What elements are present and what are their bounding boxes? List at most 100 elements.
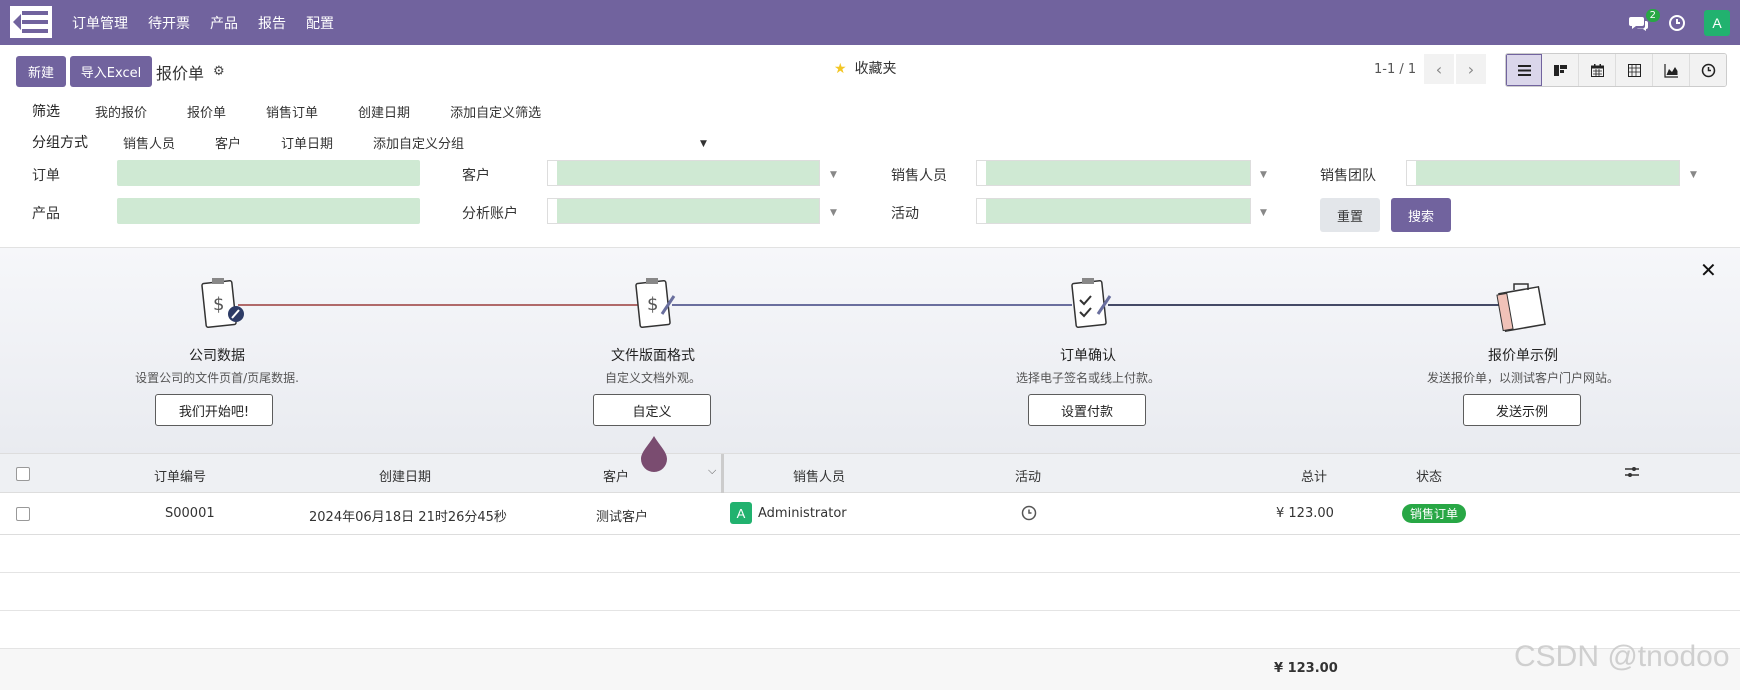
apps-icon[interactable]	[10, 4, 54, 40]
navbar-systray: 2 A	[1628, 0, 1730, 45]
lets-start-button[interactable]: 我们开始吧!	[155, 394, 273, 426]
group-row: 分组方式 销售人员 客户 订单日期 添加自定义分组	[32, 132, 464, 152]
gear-icon[interactable]: ⚙	[213, 64, 225, 79]
chevron-down-icon[interactable]: ▼	[1260, 170, 1267, 180]
activity-select[interactable]	[976, 198, 1251, 224]
product-input[interactable]	[117, 198, 420, 224]
watermark-text: CSDN @tnodoo	[1514, 640, 1730, 673]
graph-view-icon[interactable]	[1653, 54, 1690, 86]
header-salesperson[interactable]: 销售人员	[793, 466, 845, 485]
header-activity[interactable]: 活动	[1015, 466, 1041, 485]
drag-cursor-icon	[640, 436, 668, 476]
user-avatar[interactable]: A	[1704, 9, 1730, 36]
salesperson-select[interactable]	[976, 160, 1251, 186]
activity-field-label: 活动	[891, 206, 919, 222]
order-input[interactable]	[117, 160, 420, 186]
chevron-down-icon[interactable]: ▼	[1260, 208, 1267, 218]
import-excel-button[interactable]: 导入Excel	[70, 56, 152, 87]
header-total[interactable]: 总计	[1301, 466, 1327, 485]
column-resize-handle[interactable]	[721, 454, 724, 494]
progress-line	[1108, 304, 1508, 306]
search-button[interactable]: 搜索	[1391, 198, 1451, 232]
svg-text:$: $	[213, 294, 224, 315]
customer-cell: 测试客户	[596, 510, 649, 525]
calendar-view-icon[interactable]	[1579, 54, 1616, 86]
list-view-icon[interactable]	[1506, 54, 1542, 86]
step-order-confirmation: 订单确认 选择电子签名或线上付款。	[958, 345, 1218, 386]
menu-config[interactable]: 配置	[306, 13, 334, 33]
customer-field-label: 客户	[462, 168, 490, 184]
checklist-icon	[1070, 272, 1116, 340]
step-title: 订单确认	[1060, 348, 1116, 364]
filter-quotations[interactable]: 报价单	[187, 102, 226, 121]
menu-reports[interactable]: 报告	[258, 13, 286, 33]
progress-line	[238, 304, 638, 306]
product-field-label: 产品	[32, 206, 60, 222]
close-icon[interactable]: ✕	[1700, 258, 1717, 282]
pager-next-icon[interactable]: ›	[1456, 54, 1486, 84]
table-header: 订单编号 创建日期 客户 ⌵ 销售人员 活动 总计 状态	[0, 453, 1740, 494]
pager-previous-icon[interactable]: ‹	[1424, 54, 1454, 84]
top-navbar: 订单管理 待开票 产品 报告 配置 2 A	[0, 0, 1740, 45]
chat-count-badge: 2	[1645, 8, 1660, 22]
view-switcher	[1505, 53, 1727, 87]
menu-orders[interactable]: 订单管理	[72, 13, 128, 33]
page-title: 报价单	[156, 64, 205, 83]
filter-label: 筛选	[32, 104, 60, 120]
empty-row	[0, 611, 1740, 649]
pager-value[interactable]: 1-1 / 1	[1374, 62, 1416, 77]
order-number-cell: S00001	[165, 506, 215, 521]
filter-sales-orders[interactable]: 销售订单	[266, 102, 318, 121]
footer-total: ¥ 123.00	[1274, 661, 1338, 676]
briefcase-icon	[1496, 272, 1548, 340]
table-footer: ¥ 123.00	[0, 649, 1740, 690]
header-status[interactable]: 状态	[1416, 466, 1442, 485]
favorites-menu[interactable]: ★ 收藏夹	[834, 58, 897, 78]
filter-add-custom[interactable]: 添加自定义筛选	[450, 102, 541, 121]
total-cell: ¥ 123.00	[1276, 506, 1334, 521]
group-add-custom[interactable]: 添加自定义分组	[373, 133, 464, 152]
reset-button[interactable]: 重置	[1320, 198, 1380, 232]
filter-create-date[interactable]: 创建日期	[358, 102, 410, 121]
team-select[interactable]	[1406, 160, 1680, 186]
favorites-label: 收藏夹	[854, 61, 897, 77]
header-create-date[interactable]: 创建日期	[379, 466, 431, 485]
row-checkbox[interactable]	[16, 507, 30, 521]
clock-icon[interactable]	[1021, 505, 1037, 525]
analytic-select[interactable]	[547, 198, 820, 224]
salesperson-cell: Administrator	[758, 506, 847, 521]
chevron-down-icon[interactable]: ▼	[830, 208, 837, 218]
chat-icon[interactable]: 2	[1628, 8, 1660, 36]
header-customer[interactable]: 客户	[603, 466, 629, 485]
menu-to-invoice[interactable]: 待开票	[148, 13, 190, 33]
group-customer[interactable]: 客户	[215, 133, 241, 152]
empty-row	[0, 535, 1740, 573]
main-menu: 订单管理 待开票 产品 报告 配置	[72, 0, 354, 45]
menu-products[interactable]: 产品	[210, 13, 238, 33]
select-all-checkbox[interactable]	[16, 467, 30, 481]
customize-button[interactable]: 自定义	[593, 394, 711, 426]
kanban-view-icon[interactable]	[1542, 54, 1579, 86]
new-button[interactable]: 新建	[16, 56, 66, 87]
step-sample-quotation: 报价单示例 发送报价单，以测试客户门户网站。	[1393, 345, 1653, 386]
column-settings-icon[interactable]	[1624, 464, 1640, 484]
group-salesperson[interactable]: 销售人员	[123, 133, 175, 152]
step-document-layout: 文件版面格式 自定义文档外观。	[523, 345, 783, 386]
team-field-label: 销售团队	[1320, 168, 1376, 184]
send-sample-button[interactable]: 发送示例	[1463, 394, 1581, 426]
svg-text:$: $	[647, 294, 658, 315]
chevron-down-icon[interactable]: ▼	[830, 170, 837, 180]
customer-select[interactable]	[547, 160, 820, 186]
chevron-down-icon[interactable]: ▼	[700, 139, 707, 149]
filter-my-quotations[interactable]: 我的报价	[95, 102, 147, 121]
activity-view-icon[interactable]	[1690, 54, 1726, 86]
pivot-view-icon[interactable]	[1616, 54, 1653, 86]
group-label: 分组方式	[32, 135, 88, 151]
setup-payment-button[interactable]: 设置付款	[1028, 394, 1146, 426]
chevron-down-icon[interactable]: ▼	[1690, 170, 1697, 180]
header-order-number[interactable]: 订单编号	[154, 466, 206, 485]
chevron-down-icon[interactable]: ⌵	[708, 464, 716, 478]
clock-icon[interactable]	[1668, 12, 1690, 34]
group-order-date[interactable]: 订单日期	[281, 133, 333, 152]
table-row[interactable]: S00001 2024年06月18日 21时26分45秒 测试客户 A Admi…	[0, 493, 1740, 535]
